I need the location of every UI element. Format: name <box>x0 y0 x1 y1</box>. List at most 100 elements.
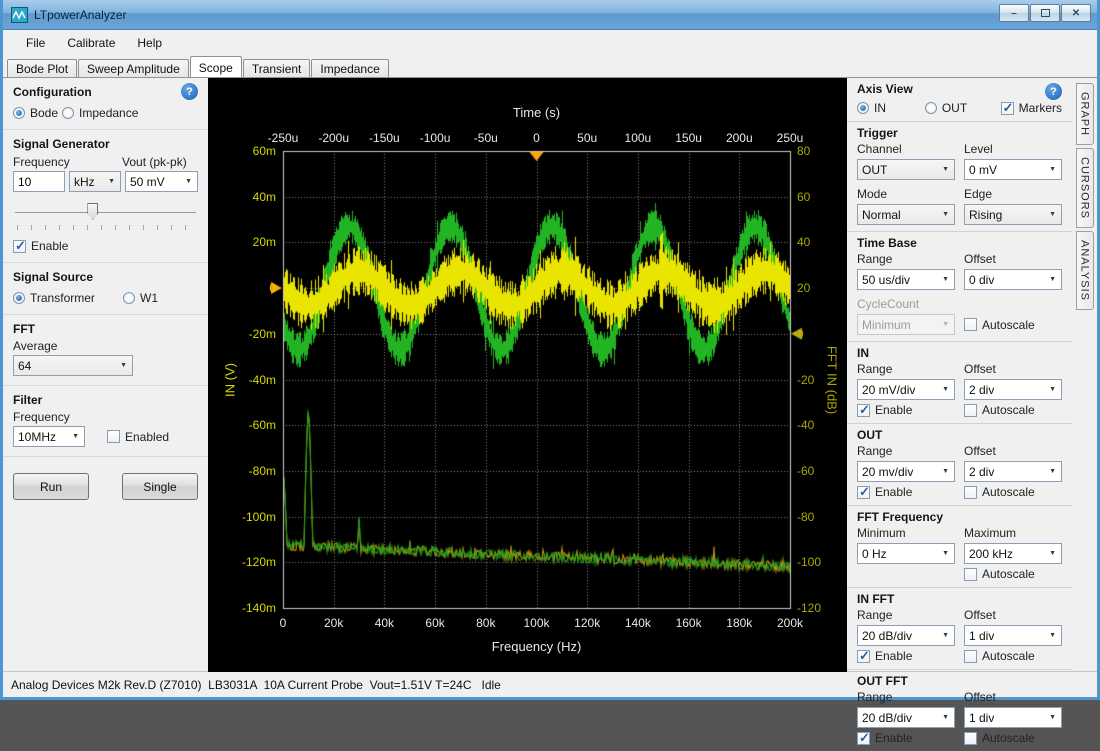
in-fft-section: IN FFT Range Offset 20 dB/div▼ 1 div▼ ✓E… <box>847 588 1072 670</box>
frequency-input[interactable] <box>13 171 65 192</box>
frequency-tick-label: 100k <box>523 616 549 630</box>
in-range-label: Range <box>857 362 955 376</box>
out-fft-enable-checkbox[interactable]: ✓Enable <box>857 731 955 745</box>
menu-help[interactable]: Help <box>126 32 173 54</box>
chevron-down-icon: ▼ <box>1044 386 1061 393</box>
trigger-channel-select[interactable]: OUT▼ <box>857 159 955 180</box>
in-range-select[interactable]: 20 mV/div▼ <box>857 379 955 400</box>
right-settings-panel: Axis View ? IN OUT ✓Markers Trigger Chan… <box>847 78 1072 671</box>
frequency-axis-title: Frequency (Hz) <box>492 639 582 654</box>
maximize-button[interactable] <box>1030 4 1060 22</box>
in-fft-autoscale-checkbox[interactable]: Autoscale <box>964 649 1062 663</box>
fft-average-select[interactable]: 64▼ <box>13 355 133 376</box>
cyclecount-label: CycleCount <box>857 297 955 311</box>
time-tick-label: -150u <box>369 131 400 145</box>
checkbox-icon: ✓ <box>857 404 870 417</box>
side-tab-analysis[interactable]: ANALYSIS <box>1076 231 1094 310</box>
out-fft-offset-select[interactable]: 1 div▼ <box>964 707 1062 728</box>
out-fft-range-select[interactable]: 20 dB/div▼ <box>857 707 955 728</box>
chevron-down-icon: ▼ <box>1044 211 1061 218</box>
radio-icon <box>13 292 25 304</box>
chevron-down-icon: ▼ <box>1044 632 1061 639</box>
tab-bode-plot[interactable]: Bode Plot <box>7 59 77 77</box>
frequency-tick-label: 60k <box>425 616 444 630</box>
timebase-offset-select[interactable]: 0 div▼ <box>964 269 1062 290</box>
side-tab-cursors[interactable]: CURSORS <box>1076 148 1094 228</box>
config-impedance-radio[interactable]: Impedance <box>62 106 138 120</box>
in-autoscale-checkbox[interactable]: Autoscale <box>964 403 1062 417</box>
minimize-icon: – <box>1011 8 1017 19</box>
chevron-down-icon: ▼ <box>1044 276 1061 283</box>
axis-view-title: Axis View <box>857 82 913 96</box>
tab-impedance[interactable]: Impedance <box>311 59 388 77</box>
filter-frequency-select[interactable]: 10MHz▼ <box>13 426 85 447</box>
fft-tick-label: 20 <box>797 281 810 295</box>
trigger-level-select[interactable]: 0 mV▼ <box>964 159 1062 180</box>
window-controls: – ✕ <box>999 4 1091 22</box>
frequency-tick-label: 20k <box>324 616 343 630</box>
out-offset-select[interactable]: 2 div▼ <box>964 461 1062 482</box>
time-tick-label: 50u <box>577 131 597 145</box>
tab-transient[interactable]: Transient <box>243 59 311 77</box>
menu-file[interactable]: File <box>15 32 56 54</box>
fft-frequency-autoscale-checkbox[interactable]: Autoscale <box>964 567 1062 581</box>
config-bode-radio[interactable]: Bode <box>13 106 58 120</box>
in-fft-range-select[interactable]: 20 dB/div▼ <box>857 625 955 646</box>
trigger-edge-select[interactable]: Rising▼ <box>964 204 1062 225</box>
slider-thumb[interactable] <box>87 203 98 220</box>
tab-sweep-amplitude[interactable]: Sweep Amplitude <box>78 59 189 77</box>
frequency-tick-label: 160k <box>676 616 702 630</box>
in-fft-range-label: Range <box>857 608 955 622</box>
fft-tick-label: 80 <box>797 144 810 158</box>
fft-maximum-select[interactable]: 200 kHz▼ <box>964 543 1062 564</box>
in-offset-select[interactable]: 2 div▼ <box>964 379 1062 400</box>
out-autoscale-checkbox[interactable]: Autoscale <box>964 485 1062 499</box>
single-button[interactable]: Single <box>122 473 198 500</box>
tab-scope[interactable]: Scope <box>190 56 242 77</box>
close-button[interactable]: ✕ <box>1061 4 1091 22</box>
title-bar[interactable]: LTpowerAnalyzer – ✕ <box>3 0 1097 30</box>
fft-frequency-title: FFT Frequency <box>857 510 943 524</box>
in-tick-label: -60m <box>208 418 276 432</box>
frequency-tick-label: 120k <box>574 616 600 630</box>
markers-checkbox[interactable]: ✓Markers <box>1001 101 1062 115</box>
source-transformer-radio[interactable]: Transformer <box>13 291 123 305</box>
time-tick-label: 200u <box>726 131 753 145</box>
axis-view-in-radio[interactable]: IN <box>857 101 919 115</box>
help-icon[interactable]: ? <box>1045 83 1062 100</box>
out-fft-title: OUT FFT <box>857 674 908 688</box>
out-range-label: Range <box>857 444 955 458</box>
help-icon[interactable]: ? <box>181 83 198 100</box>
in-fft-enable-checkbox[interactable]: ✓Enable <box>857 649 955 663</box>
filter-enabled-checkbox[interactable]: Enabled <box>107 430 169 444</box>
frequency-slider[interactable] <box>15 202 196 222</box>
timebase-range-select[interactable]: 50 us/div▼ <box>857 269 955 290</box>
axis-view-out-radio[interactable]: OUT <box>925 101 995 115</box>
in-tick-label: -40m <box>208 373 276 387</box>
window-title: LTpowerAnalyzer <box>34 8 126 22</box>
scope-plot-canvas[interactable] <box>208 78 847 672</box>
minimize-button[interactable]: – <box>999 4 1029 22</box>
trigger-mode-select[interactable]: Normal▼ <box>857 204 955 225</box>
vout-select[interactable]: 50 mV▼ <box>125 171 198 192</box>
source-w1-radio[interactable]: W1 <box>123 291 158 305</box>
side-tab-graph[interactable]: GRAPH <box>1076 83 1094 145</box>
menu-calibrate[interactable]: Calibrate <box>56 32 126 54</box>
siggen-enable-checkbox[interactable]: ✓Enable <box>13 239 68 253</box>
trigger-level-label: Level <box>964 142 1062 156</box>
frequency-unit-select[interactable]: kHz▼ <box>69 171 121 192</box>
timebase-autoscale-checkbox[interactable]: Autoscale <box>964 318 1062 332</box>
checkbox-icon: ✓ <box>857 650 870 663</box>
fft-axis-title: FFT IN (dB) <box>825 345 840 413</box>
radio-icon <box>123 292 135 304</box>
in-fft-offset-select[interactable]: 1 div▼ <box>964 625 1062 646</box>
out-channel-section: OUT Range Offset 20 mv/div▼ 2 div▼ ✓Enab… <box>847 424 1072 506</box>
in-enable-checkbox[interactable]: ✓Enable <box>857 403 955 417</box>
fft-minimum-select[interactable]: 0 Hz▼ <box>857 543 955 564</box>
in-tick-label: -80m <box>208 464 276 478</box>
run-button[interactable]: Run <box>13 473 89 500</box>
out-range-select[interactable]: 20 mv/div▼ <box>857 461 955 482</box>
out-fft-autoscale-checkbox[interactable]: Autoscale <box>964 731 1062 745</box>
in-tick-label: 60m <box>208 144 276 158</box>
out-enable-checkbox[interactable]: ✓Enable <box>857 485 955 499</box>
